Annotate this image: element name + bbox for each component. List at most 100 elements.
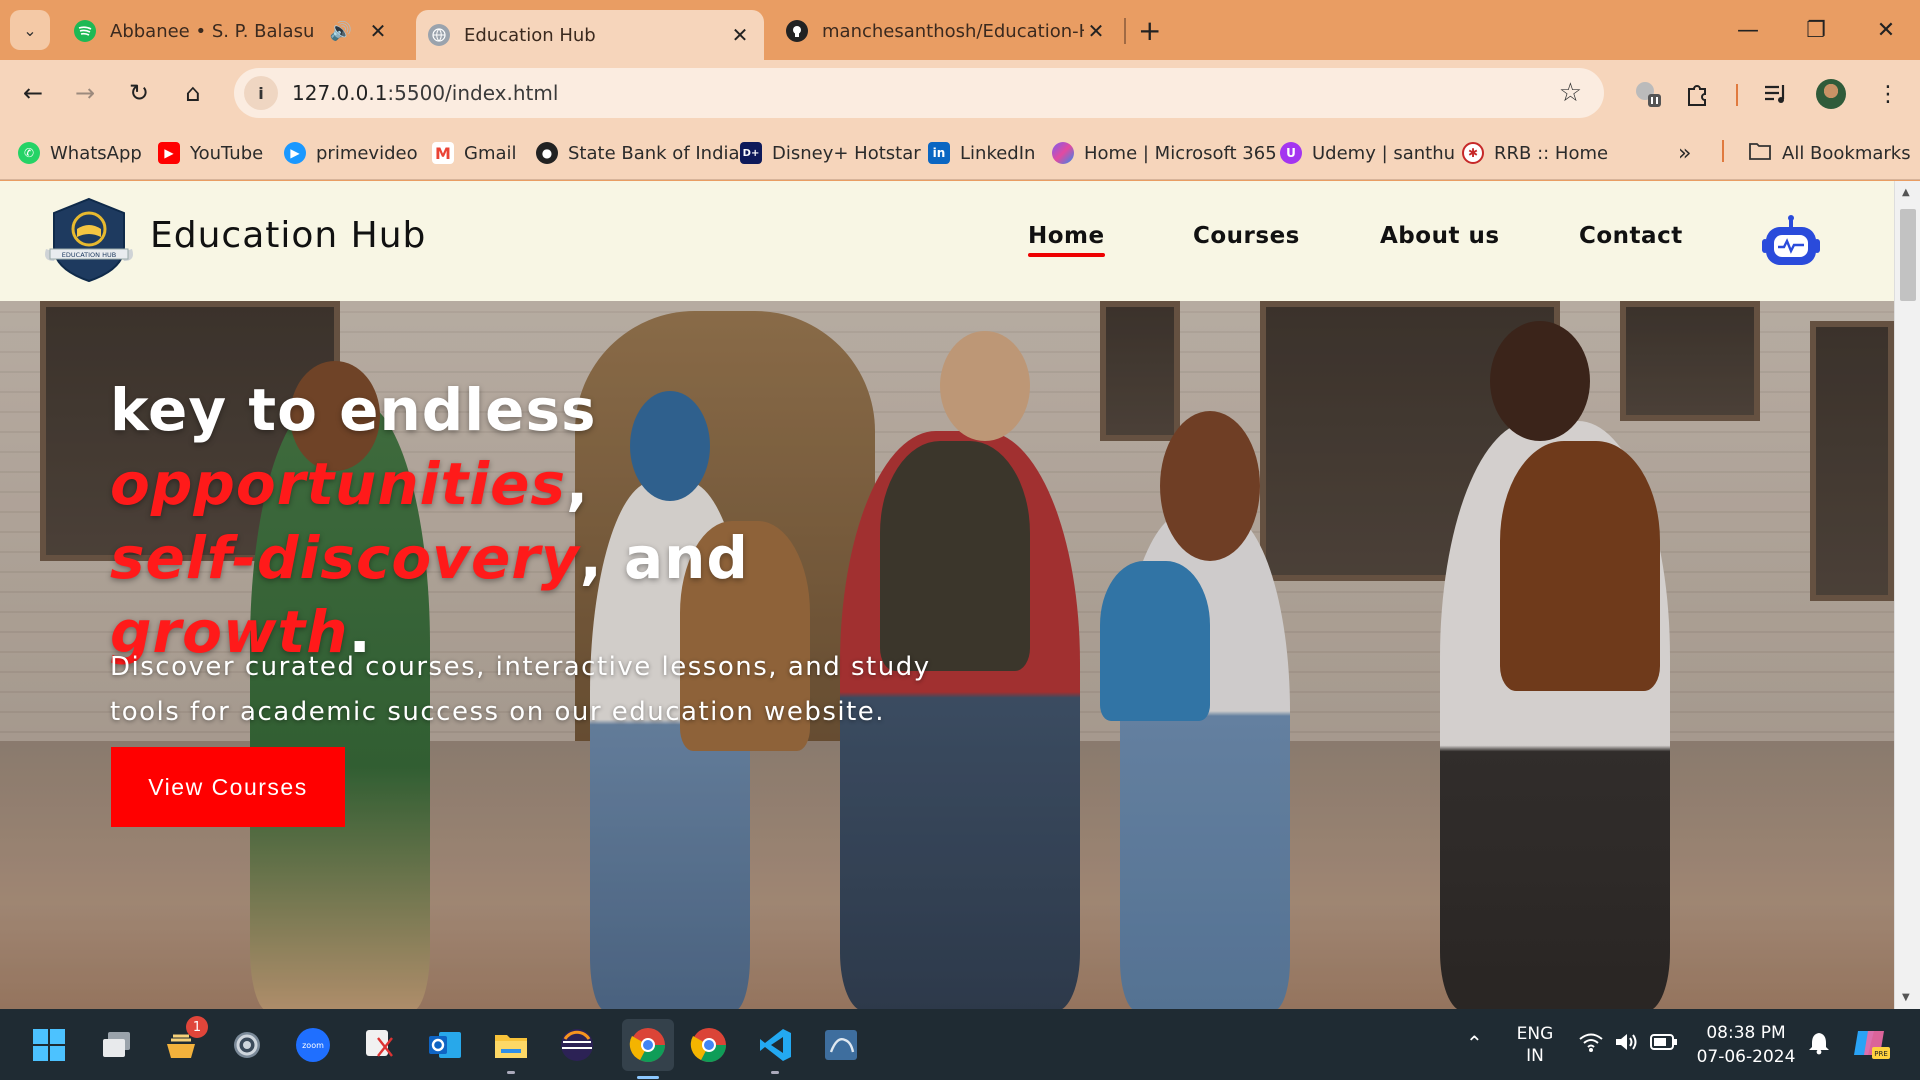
language-code: ENG (1516, 1024, 1554, 1044)
speaker-icon[interactable]: 🔊 (330, 21, 352, 42)
sbi-icon: ● (536, 142, 558, 164)
site-brand[interactable]: Education Hub (150, 215, 426, 256)
extension-pause-icon[interactable] (1630, 76, 1666, 112)
mysql-workbench-icon[interactable] (820, 1024, 862, 1066)
primevideo-icon: ▶ (284, 142, 306, 164)
settings-icon[interactable] (226, 1024, 268, 1066)
bookmark-primevideo[interactable]: ▶ primevideo (284, 140, 418, 166)
file-explorer-icon[interactable] (490, 1024, 532, 1074)
bookmark-label: YouTube (190, 142, 264, 164)
tips-icon[interactable]: 1 (160, 1016, 208, 1066)
site-info-icon[interactable]: i (244, 76, 278, 110)
media-control-icon[interactable] (1758, 76, 1794, 112)
browser-toolbar: ← → ↻ ⌂ i 127.0.0.1:5500/index.html ☆ ⋮ (0, 60, 1920, 126)
logo-text: EDUCATION HUB (62, 251, 116, 259)
hero-highlight: self-discovery (110, 524, 580, 592)
extensions-icon[interactable] (1680, 76, 1716, 112)
tab-github[interactable]: manchesanthosh/Education-Hub ✕ (774, 10, 1120, 52)
start-icon[interactable] (28, 1024, 70, 1066)
running-indicator (771, 1071, 779, 1074)
home-icon[interactable]: ⌂ (172, 72, 214, 114)
bookmark-label: RRB :: Home (1494, 142, 1609, 164)
nav-courses[interactable]: Courses (1193, 223, 1300, 249)
scrollbar-thumb[interactable] (1900, 209, 1916, 301)
language-indicator[interactable]: ENG IN (1510, 1023, 1560, 1067)
back-icon[interactable]: ← (12, 72, 54, 114)
forward-icon[interactable]: → (64, 72, 106, 114)
windows-taskbar: 1 zoom ⌃ ENG IN 08:38 PM 07-06-2024 PRE (0, 1009, 1920, 1080)
hero-section: key to endless opportunities, self-discov… (0, 301, 1894, 1009)
view-courses-button[interactable]: View Courses (111, 747, 345, 827)
outlook-icon[interactable] (424, 1024, 466, 1066)
tab-title: Education Hub (464, 24, 596, 46)
close-window-icon[interactable]: ✕ (1866, 10, 1906, 50)
kebab-menu-icon[interactable]: ⋮ (1870, 76, 1906, 112)
reload-icon[interactable]: ↻ (118, 72, 160, 114)
page-scrollbar[interactable]: ▲ ▼ (1894, 181, 1920, 1009)
tab-education-hub[interactable]: Education Hub ✕ (416, 10, 764, 60)
bookmark-label: State Bank of India (568, 142, 740, 164)
wifi-icon[interactable] (1578, 1031, 1604, 1058)
nav-contact[interactable]: Contact (1579, 223, 1683, 249)
notification-bell-icon[interactable] (1808, 1031, 1830, 1060)
volume-icon[interactable] (1614, 1031, 1640, 1058)
address-bar[interactable]: i 127.0.0.1:5500/index.html ☆ (234, 68, 1604, 118)
bookmark-whatsapp[interactable]: ✆ WhatsApp (18, 140, 142, 166)
bookmark-udemy[interactable]: U Udemy | santhu (1280, 140, 1455, 166)
rrb-icon: ✱ (1462, 142, 1484, 164)
bookmark-star-icon[interactable]: ☆ (1559, 78, 1582, 108)
eclipse-icon[interactable] (556, 1024, 598, 1066)
copilot-icon[interactable]: PRE (1852, 1025, 1890, 1066)
profile-avatar[interactable] (1816, 79, 1846, 109)
spotify-icon (74, 20, 96, 42)
close-icon[interactable]: ✕ (366, 19, 390, 43)
snipping-tool-icon[interactable] (358, 1024, 400, 1066)
restore-icon[interactable]: ❐ (1796, 10, 1836, 50)
bookmark-sbi[interactable]: ● State Bank of India (536, 140, 740, 166)
bookmark-hotstar[interactable]: D+ Disney+ Hotstar (740, 140, 921, 166)
bookmark-gmail[interactable]: M Gmail (432, 140, 517, 166)
vscode-icon[interactable] (754, 1024, 796, 1074)
bookmark-youtube[interactable]: ▶ YouTube (158, 140, 263, 166)
task-view-icon[interactable] (96, 1024, 138, 1066)
whatsapp-icon: ✆ (18, 142, 40, 164)
bookmark-rrb[interactable]: ✱ RRB :: Home (1462, 140, 1608, 166)
tab-search-button[interactable]: ⌄ (10, 10, 50, 50)
site-header: EDUCATION HUB Education Hub Home Courses… (0, 181, 1894, 301)
new-tab-button[interactable]: + (1138, 14, 1161, 47)
bookmark-label: Gmail (464, 142, 517, 164)
bookmarks-separator (1722, 140, 1724, 162)
chrome-dev-icon[interactable] (688, 1024, 730, 1066)
chrome-icon[interactable] (622, 1019, 674, 1079)
hero-title: key to endless opportunities, self-discov… (110, 376, 749, 666)
chevron-up-icon[interactable]: ⌃ (1466, 1031, 1483, 1055)
chatbot-icon[interactable] (1762, 213, 1820, 269)
close-icon[interactable]: ✕ (1084, 19, 1108, 43)
nav-about-us[interactable]: About us (1380, 223, 1500, 249)
scroll-down-icon[interactable]: ▼ (1902, 992, 1910, 1003)
scroll-up-icon[interactable]: ▲ (1902, 187, 1910, 198)
region-code: IN (1526, 1046, 1544, 1066)
zoom-icon[interactable]: zoom (292, 1024, 334, 1066)
education-hub-logo[interactable]: EDUCATION HUB (40, 195, 138, 285)
hotstar-icon: D+ (740, 142, 762, 164)
globe-icon (428, 24, 450, 46)
battery-icon[interactable] (1650, 1033, 1678, 1056)
page-viewport: EDUCATION HUB Education Hub Home Courses… (0, 181, 1920, 1009)
chevron-down-icon: ⌄ (23, 20, 37, 40)
clock[interactable]: 08:38 PM 07-06-2024 (1694, 1021, 1798, 1069)
bookmark-microsoft365[interactable]: Home | Microsoft 365 (1052, 140, 1277, 166)
bookmarks-overflow-button[interactable]: » (1678, 140, 1691, 166)
tab-spotify[interactable]: Abbanee • S. P. Balasubrahmanyam 🔊 ✕ (62, 10, 402, 52)
bookmark-linkedin[interactable]: in LinkedIn (928, 140, 1035, 166)
all-bookmarks-button[interactable]: All Bookmarks (1748, 140, 1911, 166)
close-icon[interactable]: ✕ (728, 23, 752, 47)
nav-home[interactable]: Home (1028, 223, 1105, 257)
clock-date: 07-06-2024 (1696, 1047, 1796, 1067)
all-bookmarks-label: All Bookmarks (1782, 142, 1911, 164)
github-icon (786, 20, 808, 42)
url-text[interactable]: 127.0.0.1:5500/index.html (292, 81, 558, 105)
youtube-icon: ▶ (158, 142, 180, 164)
svg-text:PRE: PRE (1874, 1050, 1888, 1058)
minimize-icon[interactable]: — (1728, 10, 1768, 50)
